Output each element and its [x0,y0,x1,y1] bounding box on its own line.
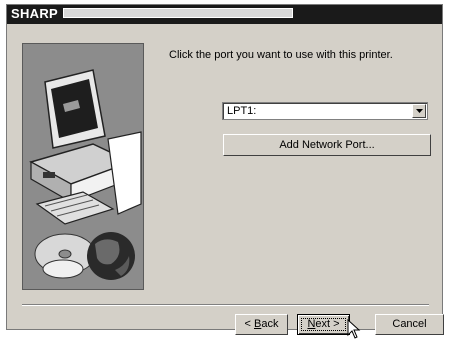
port-select-value: LPT1: [227,105,257,117]
setup-window: SHARP Click the port you want to use wit… [6,4,444,339]
brand-logo: SHARP [11,6,59,21]
port-select-dropdown-button[interactable] [412,104,426,118]
back-button[interactable]: < Back [235,314,288,335]
title-bar: SHARP [7,5,442,24]
cancel-button[interactable]: Cancel [375,314,444,335]
footer-separator [22,304,429,306]
wizard-illustration [22,43,144,290]
chevron-down-icon [416,109,423,113]
back-prefix: < [244,318,254,330]
title-progress-box [63,8,293,18]
instruction-text: Click the port you want to use with this… [169,49,393,61]
mouse-pointer-icon [347,319,361,339]
computer-cd-globe-illustration-icon [23,44,143,289]
port-select[interactable]: LPT1: [222,102,428,120]
add-network-port-button[interactable]: Add Network Port... [223,134,431,156]
next-button[interactable]: Next > [297,314,350,335]
focus-rect [301,318,346,331]
back-rest: ack [261,318,279,330]
